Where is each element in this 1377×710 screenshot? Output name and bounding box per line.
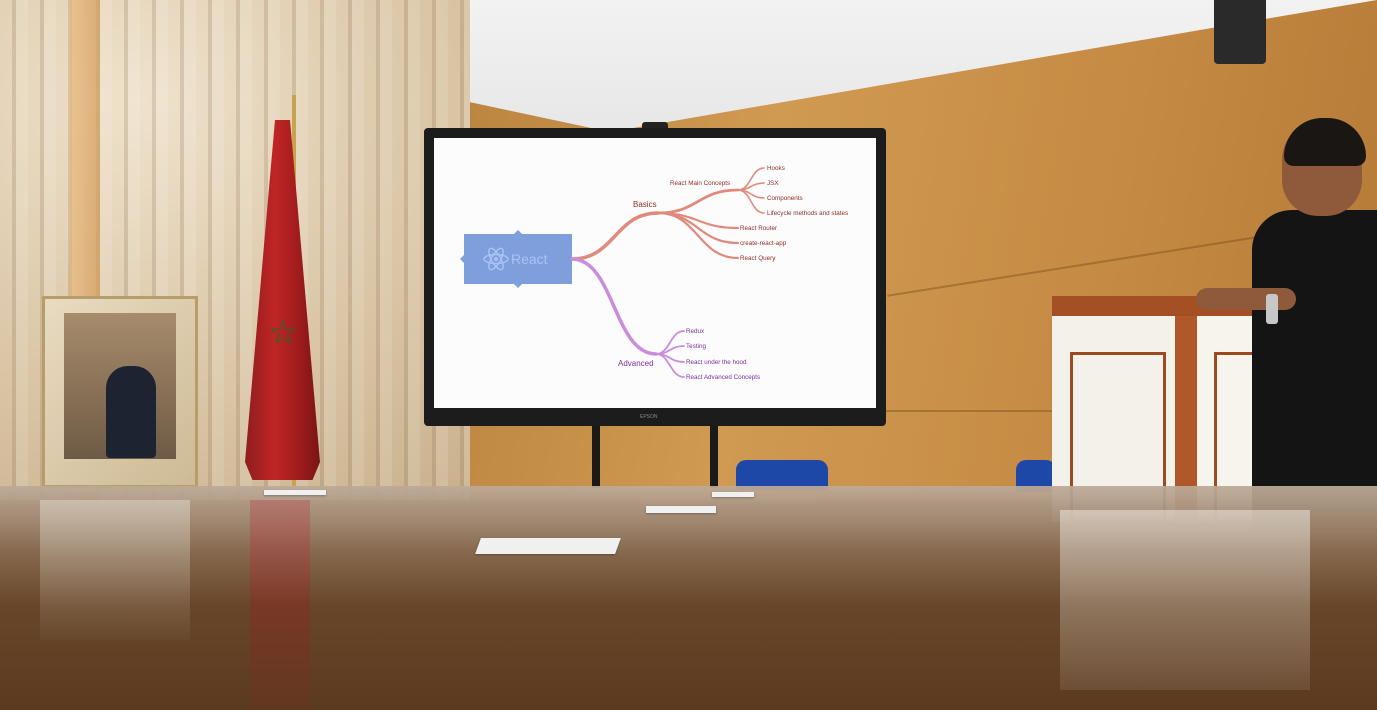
table-glare <box>0 486 1377 606</box>
leaf-label: Redux <box>686 328 705 335</box>
paper-on-table <box>712 492 754 497</box>
leaf-label: React Advanced Concepts <box>686 374 760 381</box>
branch-basics-main-concepts <box>656 188 740 215</box>
branch-leaf <box>737 182 765 191</box>
branch-label-advanced: Advanced <box>618 359 654 368</box>
root-handle-left <box>460 255 464 263</box>
portrait-figure <box>106 366 156 458</box>
leaf-label: Components <box>767 195 803 202</box>
tv-stand-leg <box>592 426 600 488</box>
leaf-label: Hooks <box>767 165 785 172</box>
branch-root-advanced <box>570 257 658 356</box>
paper-on-table <box>646 506 716 513</box>
branch-label-main-concepts: React Main Concepts <box>670 180 730 187</box>
mindmap-diagram: React Basics React Main Concepts Hooks J… <box>460 165 848 381</box>
leaf-label: React Router <box>740 225 777 232</box>
leaf-label: React Query <box>740 255 776 262</box>
leaf-label: JSX <box>767 180 779 187</box>
branch-label-basics: Basics <box>633 200 657 209</box>
flag-star-icon: ☆ <box>267 314 299 352</box>
leaf-label: Lifecycle methods and states <box>767 210 848 217</box>
person-arm <box>1196 288 1296 310</box>
leaf-label: create-react-app <box>740 240 787 247</box>
branch-root-basics <box>570 211 660 261</box>
branch-leaf <box>655 345 685 355</box>
tablet-on-table <box>475 538 621 554</box>
mindmap-root-label: React <box>511 251 548 267</box>
wall-speaker <box>1214 0 1266 64</box>
tv-brand: EPSON <box>640 414 658 420</box>
tv-stand-leg <box>710 426 718 488</box>
mindmap-branches <box>570 167 765 378</box>
presentation-screen: React Basics React Main Concepts Hooks J… <box>434 138 876 408</box>
root-handle-top <box>514 230 522 234</box>
paper-on-table <box>264 490 326 495</box>
person-body <box>1252 210 1377 530</box>
root-handle-bottom <box>514 284 522 288</box>
leaf-label: Testing <box>686 343 706 350</box>
leaf-label: React under the hood <box>686 359 747 366</box>
wristwatch <box>1266 294 1278 324</box>
